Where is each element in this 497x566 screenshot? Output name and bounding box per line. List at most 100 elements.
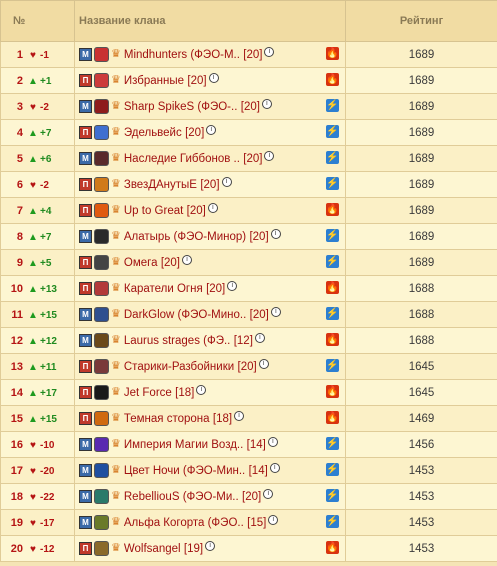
info-icon[interactable]: i	[254, 332, 265, 343]
clan-name-link[interactable]: RebellіouS (ФЭО-Ми..	[124, 491, 239, 503]
info-icon[interactable]: i	[264, 150, 275, 161]
rank-cell: 14 ▲ +17	[0, 379, 75, 406]
rating-cell: 1689	[345, 223, 497, 250]
clan-emblem-icon[interactable]	[94, 255, 109, 271]
clan-name-link[interactable]: Jet Force	[124, 387, 172, 399]
clan-level: [20]	[160, 256, 180, 269]
clan-emblem-icon[interactable]	[94, 99, 109, 115]
rank-change: +5	[40, 257, 52, 269]
rank-number: 9	[16, 257, 23, 270]
clan-name-link[interactable]: Цвет Ночи (ФЭО-Мин..	[124, 465, 245, 477]
clan-emblem-icon[interactable]	[94, 333, 109, 349]
info-icon[interactable]: i	[270, 228, 281, 239]
clan-level: [14]	[248, 464, 268, 477]
clan-emblem-icon[interactable]	[94, 151, 109, 167]
rank-change: -22	[40, 491, 55, 503]
clan-emblem-icon[interactable]	[94, 73, 109, 89]
rank-cell: 9 ▲ +5	[0, 249, 75, 276]
clan-name-link[interactable]: Алатырь (ФЭО-Минор)	[124, 231, 246, 243]
clan-name-link[interactable]: Омега	[124, 257, 158, 269]
table-row: 20 ♥ -12 П ♛ Wolfsangel [19] i 🔥 1453	[0, 535, 497, 562]
clan-emblem-icon[interactable]	[94, 541, 109, 557]
clan-emblem-icon[interactable]	[94, 515, 109, 531]
clan-name-link[interactable]: Эдельвейс	[124, 127, 182, 139]
clan-name-link[interactable]: Laurus strages (ФЭ..	[124, 335, 231, 347]
clan-emblem-icon[interactable]	[94, 307, 109, 323]
clan-emblem-icon[interactable]	[94, 411, 109, 427]
rank-change: -12	[40, 543, 55, 555]
info-icon[interactable]: i	[182, 254, 192, 265]
info-icon[interactable]: i	[234, 410, 245, 421]
info-icon[interactable]: i	[207, 202, 218, 213]
rank-change: -17	[40, 517, 55, 529]
clan-name-link[interactable]: Sharp SpikeS (ФЭО-..	[124, 101, 238, 113]
rating-column-header[interactable]: Рейтинг	[345, 0, 497, 42]
clan-emblem-icon[interactable]	[94, 229, 109, 245]
clan-name-cell: М ♛ Алатырь (ФЭО-Минор) [20] i ⚡	[74, 223, 346, 250]
rank-change: +1	[40, 75, 52, 87]
info-icon[interactable]: i	[261, 98, 272, 109]
clan-name-link[interactable]: ЗвезДАнутыЕ	[124, 179, 197, 191]
fire-element-icon: 🔥	[326, 47, 339, 60]
name-column-header[interactable]: Название клана	[74, 0, 346, 42]
clan-name-link[interactable]: Темная сторона	[124, 413, 210, 425]
clan-name-link[interactable]: Старики-Разбойники	[124, 361, 234, 373]
table-row: 11 ▲ +15 М ♛ DarkGlow (ФЭО-Мино.. [20] i ⚡ 1688	[0, 301, 497, 328]
clan-name-cell: М ♛ Наследие Гиббонов .. [20] i ⚡	[74, 145, 346, 172]
clan-emblem-icon[interactable]	[94, 177, 109, 193]
info-icon[interactable]: i	[205, 540, 216, 551]
info-icon[interactable]: i	[267, 436, 278, 447]
clan-emblem-icon[interactable]	[94, 385, 109, 401]
clan-name-link[interactable]: DarkGlow (ФЭО-Мино..	[124, 309, 246, 321]
rank-cell: 10 ▲ +13	[0, 275, 75, 302]
trend-up-icon: ▲	[28, 283, 38, 295]
clan-name-link[interactable]: Wolfsangel	[124, 543, 181, 555]
clan-name-cell: М ♛ Альфа Когорта (ФЭО.. [15] i ⚡	[74, 509, 346, 536]
clan-rating-table: № Название клана Рейтинг 1 ♥ -1 М ♛ Mindhunte…	[0, 0, 497, 562]
rank-change: +7	[40, 127, 52, 139]
rating-cell: 1453	[345, 535, 497, 562]
info-icon[interactable]: i	[270, 306, 281, 317]
clan-emblem-icon[interactable]	[94, 437, 109, 453]
table-row: 13 ▲ +11 П ♛ Старики-Разбойники [20] i ⚡ 1645	[0, 353, 497, 380]
rank-column-header[interactable]: №	[0, 0, 75, 42]
clan-emblem-icon[interactable]	[94, 489, 109, 505]
clan-name-link[interactable]: Избранные	[124, 75, 184, 87]
info-icon[interactable]: i	[227, 280, 238, 291]
clan-emblem-icon[interactable]	[94, 125, 109, 141]
faction-badge-icon: П	[79, 282, 92, 296]
clan-level: [12]	[233, 334, 253, 347]
clan-emblem-icon[interactable]	[94, 281, 109, 297]
rank-number: 20	[10, 543, 23, 556]
faction-badge-icon: М	[79, 152, 92, 166]
info-icon[interactable]: i	[196, 384, 207, 395]
clan-name-link[interactable]: Наследие Гиббонов ..	[124, 153, 240, 165]
info-icon[interactable]: i	[208, 72, 219, 83]
info-icon[interactable]: i	[263, 488, 274, 499]
clan-name-cell: М ♛ Mindhunters (ФЭО-М.. [20] i 🔥	[74, 41, 346, 68]
info-icon[interactable]: i	[268, 514, 279, 525]
clan-name-link[interactable]: Каратели Огня	[124, 283, 203, 295]
crown-icon: ♛	[111, 386, 121, 399]
clan-name-link[interactable]: Up to Great	[124, 205, 183, 217]
faction-badge-icon: М	[79, 438, 92, 452]
faction-badge-icon: М	[79, 100, 92, 114]
clan-emblem-icon[interactable]	[94, 203, 109, 219]
rank-change: +11	[40, 361, 57, 373]
clan-emblem-icon[interactable]	[94, 359, 109, 375]
rank-cell: 13 ▲ +11	[0, 353, 75, 380]
clan-name-link[interactable]: Империя Магии Возд..	[124, 439, 243, 451]
info-icon[interactable]: i	[264, 46, 275, 57]
clan-emblem-icon[interactable]	[94, 47, 109, 63]
table-row: 16 ♥ -10 М ♛ Империя Магии Возд.. [14] i ⚡ 1456	[0, 431, 497, 458]
info-icon[interactable]: i	[269, 462, 280, 473]
clan-emblem-icon[interactable]	[94, 463, 109, 479]
clan-name-link[interactable]: Mindhunters (ФЭО-М..	[124, 49, 240, 61]
table-row: 6 ♥ -2 П ♛ ЗвезДАнутыЕ [20] i ⚡ 1689	[0, 171, 497, 198]
rank-change: +13	[40, 283, 57, 295]
rank-cell: 8 ▲ +7	[0, 223, 75, 250]
clan-name-link[interactable]: Альфа Когорта (ФЭО..	[124, 517, 244, 529]
info-icon[interactable]: i	[221, 176, 232, 187]
info-icon[interactable]: i	[258, 358, 269, 369]
info-icon[interactable]: i	[206, 124, 217, 135]
